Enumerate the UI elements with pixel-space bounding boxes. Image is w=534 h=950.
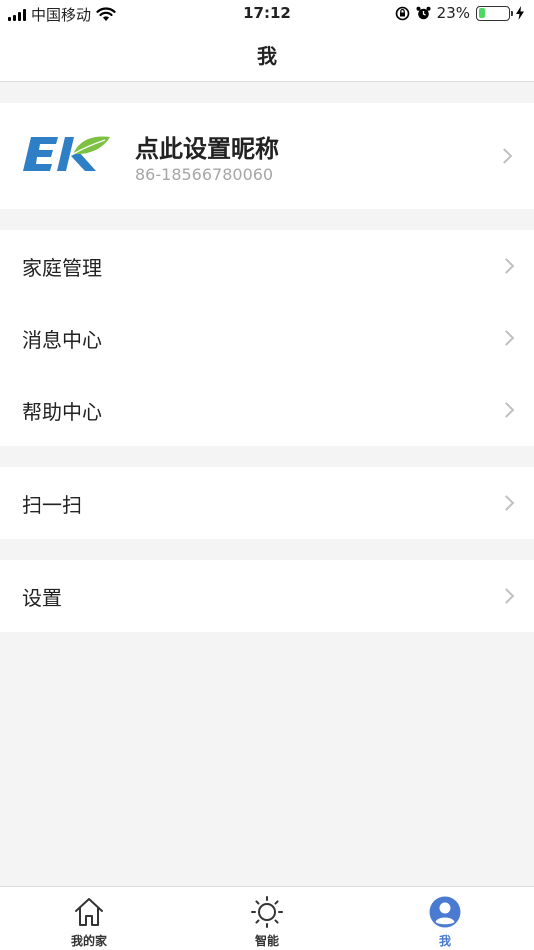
status-bar: 中国移动 17:12 23%	[0, 0, 534, 28]
menu-item-settings[interactable]: 设置	[0, 560, 534, 632]
nav-bar: 我	[0, 28, 534, 82]
chevron-right-icon	[498, 330, 515, 346]
phone-label: 86-18566780060	[135, 165, 274, 184]
menu-item-label: 家庭管理	[22, 255, 102, 280]
tab-label: 我的家	[70, 934, 107, 948]
menu-group-1: 家庭管理 消息中心 帮助中心	[0, 230, 534, 446]
menu-item-scan[interactable]: 扫一扫	[0, 467, 534, 539]
chevron-right-icon	[496, 148, 513, 164]
menu-item-message-center[interactable]: 消息中心	[0, 302, 534, 374]
rotation-lock-icon	[395, 6, 409, 20]
menu-item-label: 帮助中心	[22, 399, 102, 424]
menu-item-label: 消息中心	[22, 327, 102, 352]
tab-me[interactable]: 我	[356, 887, 534, 950]
tab-bar: 我的家 智能 我	[0, 886, 534, 950]
menu-item-label: 设置	[22, 585, 62, 610]
menu-item-help-center[interactable]: 帮助中心	[0, 374, 534, 446]
battery-icon	[476, 5, 513, 21]
chevron-right-icon	[498, 402, 515, 418]
sun-icon	[251, 896, 283, 928]
tab-label: 我	[438, 934, 451, 948]
battery-fill	[478, 8, 486, 18]
chevron-right-icon	[498, 588, 515, 604]
menu-item-label: 扫一扫	[22, 492, 82, 517]
home-icon	[75, 898, 103, 926]
nickname-label: 点此设置昵称	[135, 135, 279, 163]
page-title: 我	[257, 44, 277, 68]
profile-card[interactable]: 点此设置昵称 86-18566780060	[0, 103, 534, 209]
status-right: 23%	[395, 4, 524, 22]
ek-logo-icon	[23, 136, 110, 171]
user-icon	[429, 896, 461, 928]
menu-group-2: 扫一扫	[0, 467, 534, 539]
chevron-right-icon	[498, 495, 515, 511]
tab-my-home[interactable]: 我的家	[0, 887, 178, 950]
menu-group-3: 设置	[0, 560, 534, 632]
battery-percent: 23%	[436, 4, 470, 22]
menu-item-home-management[interactable]: 家庭管理	[0, 230, 534, 302]
charging-icon	[516, 6, 524, 20]
alarm-icon	[416, 6, 431, 19]
chevron-right-icon	[498, 258, 515, 274]
tab-smart[interactable]: 智能	[178, 887, 356, 950]
tab-label: 智能	[254, 934, 279, 948]
